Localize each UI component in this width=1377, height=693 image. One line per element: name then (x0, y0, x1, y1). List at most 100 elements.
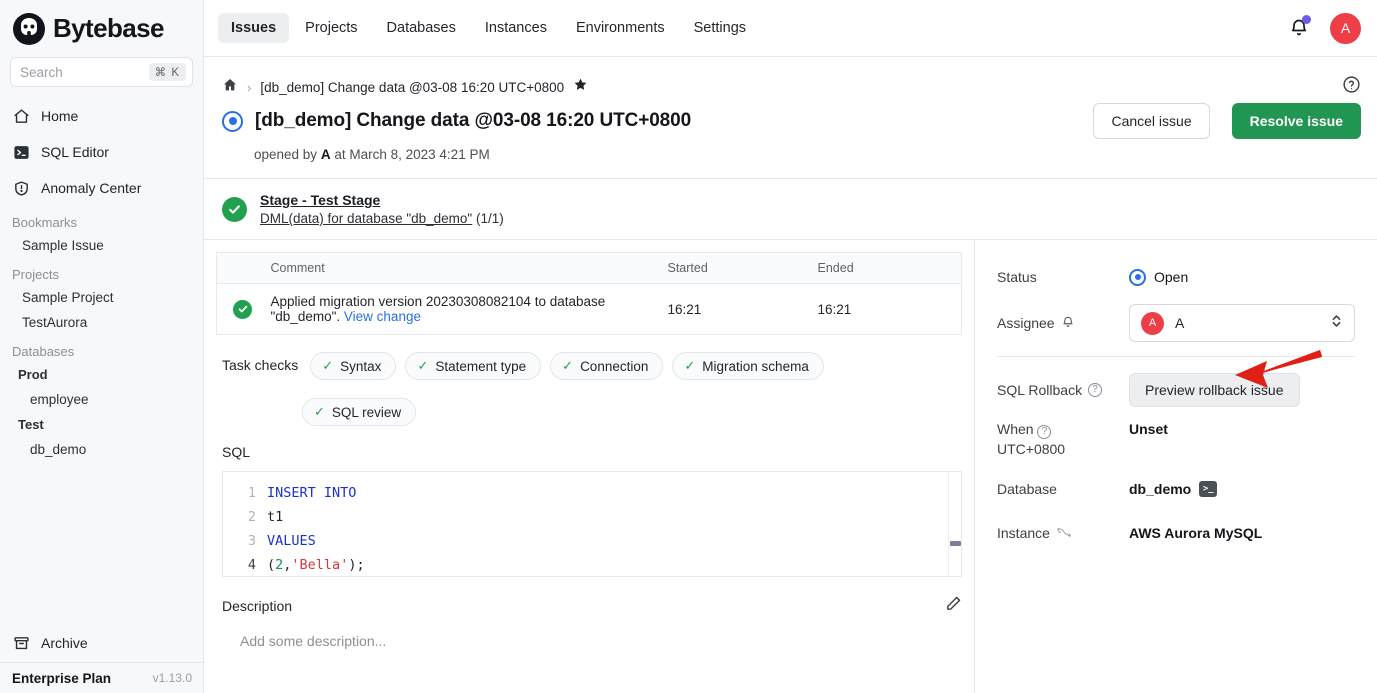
line-number: 4 (223, 553, 267, 577)
sidebar-group-test[interactable]: Test (0, 412, 203, 437)
home-icon (12, 107, 31, 126)
status-row: Status Open (975, 254, 1377, 300)
sidebar-item-label: SQL Editor (41, 144, 109, 160)
check-chip-connection[interactable]: ✓ Connection (550, 352, 663, 380)
sidebar-item-sample-project[interactable]: Sample Project (0, 285, 203, 310)
tab-environments[interactable]: Environments (563, 13, 678, 43)
sidebar-item-archive[interactable]: Archive (0, 624, 204, 662)
th-comment: Comment (265, 253, 662, 284)
sidebar-section-bookmarks: Bookmarks Sample Issue (0, 206, 203, 258)
instance-row: Instance AWS Aurora MySQL (975, 505, 1377, 551)
help-circle-icon[interactable]: ? (1037, 425, 1051, 439)
pencil-icon[interactable] (945, 595, 962, 617)
sidebar-section-databases: Databases Prod employee Test db_demo (0, 335, 203, 462)
avatar: A (1141, 312, 1164, 335)
tab-settings[interactable]: Settings (681, 13, 759, 43)
detail-rows: Status Open Assignee (975, 240, 1377, 551)
sql-rollback-label: SQL Rollback ? (997, 382, 1129, 398)
stage-subtitle: DML(data) for database "db_demo" (1/1) (260, 211, 504, 226)
sidebar-group-prod[interactable]: Prod (0, 362, 203, 387)
sql-token: 2 (275, 553, 283, 577)
stage-title[interactable]: Stage - Test Stage (260, 192, 504, 208)
opened-mid: at (334, 147, 345, 162)
home-icon[interactable] (222, 77, 238, 98)
open-status-icon (1129, 269, 1146, 286)
check-icon: ✓ (684, 358, 695, 374)
sidebar-item-employee[interactable]: employee (0, 387, 203, 412)
table-row[interactable]: Applied migration version 20230308082104… (217, 284, 962, 335)
chip-label: Syntax (340, 359, 381, 374)
resolve-issue-button[interactable]: Resolve issue (1232, 103, 1361, 139)
check-chip-sql-review[interactable]: ✓ SQL review (302, 398, 416, 426)
when-row: When ? UTC+0800 Unset (975, 413, 1377, 459)
sidebar-item-db-demo[interactable]: db_demo (0, 437, 203, 462)
notification-bell-icon[interactable] (1285, 14, 1313, 42)
stage-summary: Stage - Test Stage DML(data) for databas… (204, 179, 1377, 239)
star-icon[interactable] (573, 77, 588, 97)
sidebar-item-sample-issue[interactable]: Sample Issue (0, 233, 203, 258)
search-input[interactable]: Search ⌘ K (10, 57, 193, 87)
description-label: Description (222, 598, 292, 614)
bell-icon[interactable] (1061, 315, 1075, 332)
database-row: Database db_demo >_ (975, 459, 1377, 505)
sql-scrollbar[interactable] (948, 472, 961, 576)
terminal-icon[interactable]: >_ (1199, 481, 1217, 497)
cancel-issue-button[interactable]: Cancel issue (1093, 103, 1209, 139)
terminal-icon (12, 143, 31, 162)
sql-editor[interactable]: 1 INSERT INTO 2 t1 3 VALUES (222, 471, 962, 577)
tab-projects[interactable]: Projects (292, 13, 370, 43)
breadcrumb-current[interactable]: [db_demo] Change data @03-08 16:20 UTC+0… (260, 80, 564, 95)
plan-row[interactable]: Enterprise Plan v1.13.0 (0, 662, 204, 693)
sql-token: ( (267, 553, 275, 577)
help-circle-icon[interactable] (1342, 75, 1361, 99)
sidebar-nav: Home SQL Editor Anomaly Center (0, 96, 203, 206)
instance-value[interactable]: AWS Aurora MySQL (1129, 525, 1262, 541)
tab-issues[interactable]: Issues (218, 13, 289, 43)
when-value[interactable]: Unset (1129, 421, 1168, 437)
row-started-cell: 16:21 (662, 284, 812, 335)
sql-token: VALUES (267, 529, 316, 553)
right-pane: Status Open Assignee (975, 240, 1377, 693)
sql-token: ); (348, 553, 364, 577)
chevron-updown-icon (1330, 313, 1343, 334)
shield-alert-icon (12, 179, 31, 198)
sql-rollback-label-text: SQL Rollback (997, 382, 1082, 398)
tab-instances[interactable]: Instances (472, 13, 560, 43)
status-value: Open (1129, 269, 1188, 286)
help-circle-icon[interactable]: ? (1088, 383, 1102, 397)
stage-subtitle-count: (1/1) (476, 211, 504, 226)
th-ended: Ended (812, 253, 962, 284)
check-chip-migration-schema[interactable]: ✓ Migration schema (672, 352, 823, 380)
instance-label: Instance (997, 525, 1129, 542)
assignee-select[interactable]: A A (1129, 304, 1355, 342)
status-text: Open (1154, 269, 1188, 285)
sidebar-item-anomaly-center[interactable]: Anomaly Center (0, 170, 203, 206)
sidebar-section-projects: Projects Sample Project TestAurora (0, 258, 203, 335)
description-input[interactable]: Add some description... (204, 617, 974, 649)
assignee-label: Assignee (997, 315, 1129, 332)
sql-code: 1 INSERT INTO 2 t1 3 VALUES (223, 472, 961, 577)
sidebar-item-home[interactable]: Home (0, 98, 203, 134)
brand-logo[interactable]: Bytebase (0, 0, 203, 57)
tab-databases[interactable]: Databases (374, 13, 469, 43)
view-change-link[interactable]: View change (344, 309, 421, 324)
issue-header: [db_demo] Change data @03-08 16:20 UTC+0… (204, 101, 1377, 139)
section-title: Projects (0, 258, 203, 285)
assignee-row: Assignee A A (975, 300, 1377, 346)
check-chip-syntax[interactable]: ✓ Syntax (310, 352, 396, 380)
issue-page: › [db_demo] Change data @03-08 16:20 UTC… (204, 57, 1377, 693)
mysql-dolphin-icon (1056, 525, 1072, 542)
stage-subtitle-link[interactable]: DML(data) for database "db_demo" (260, 211, 472, 226)
sidebar-item-testaurora[interactable]: TestAurora (0, 310, 203, 335)
avatar[interactable]: A (1330, 13, 1361, 44)
database-value[interactable]: db_demo (1129, 481, 1191, 497)
when-label: When ? UTC+0800 (997, 421, 1129, 457)
sql-token: INSERT INTO (267, 481, 356, 505)
row-comment-text: Applied migration version 20230308082104… (271, 294, 606, 324)
check-chip-statement-type[interactable]: ✓ Statement type (405, 352, 541, 380)
plan-version: v1.13.0 (153, 671, 192, 685)
task-checks-label: Task checks (222, 352, 298, 373)
preview-rollback-issue-button[interactable]: Preview rollback issue (1129, 373, 1300, 407)
archive-icon (12, 634, 31, 653)
sidebar-item-sql-editor[interactable]: SQL Editor (0, 134, 203, 170)
